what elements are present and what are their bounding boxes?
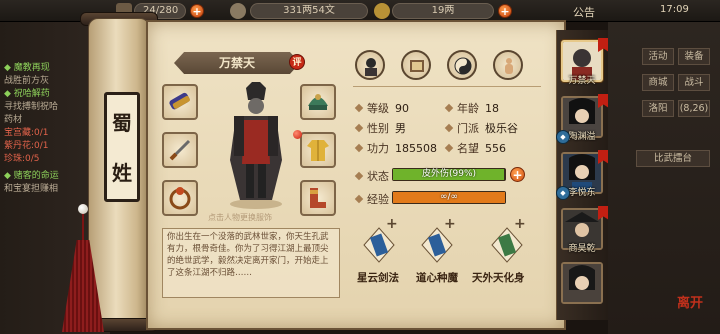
- skill-3-name: 天外天化身: [472, 272, 525, 284]
- right-menu-background: [608, 22, 720, 334]
- quest-title[interactable]: ◆ 赌客的命运: [4, 170, 59, 182]
- notice-button[interactable]: 公告: [573, 4, 595, 20]
- hero-figure[interactable]: [206, 80, 306, 210]
- character-icon: [365, 58, 377, 76]
- stat-faction: 门派 极乐谷: [444, 120, 518, 136]
- ring-icon: [169, 187, 191, 210]
- book-icon: [410, 60, 424, 72]
- skill-1-upgrade-icon[interactable]: +: [386, 216, 398, 232]
- quest-desc: 药材: [4, 115, 23, 125]
- ingot-counter: 19两: [392, 3, 494, 19]
- character-name: 万禁天: [174, 52, 300, 74]
- activity-button[interactable]: 活动: [642, 48, 674, 65]
- boots-icon: [310, 188, 326, 208]
- diamond-icon: [354, 123, 364, 133]
- skill-1-name: 星云剑法: [357, 272, 399, 284]
- shop-button[interactable]: 商城: [642, 74, 674, 91]
- diamond-icon: [354, 143, 364, 153]
- diamond-icon: [444, 103, 454, 113]
- character-bio: 你出生在一个没落的武林世家，你天生孔武有力，根骨奇佳。你为了习得江湖上最顶尖的绝…: [162, 228, 340, 298]
- arena-button[interactable]: 比武擂台: [636, 150, 710, 167]
- roster-name-1: 万禁天: [568, 76, 596, 86]
- stat-power: 功力 185508: [354, 140, 437, 156]
- sect-char-2: 姓: [112, 161, 132, 185]
- battle-button[interactable]: 战斗: [678, 74, 710, 91]
- ingot-icon: [374, 3, 390, 19]
- diamond-icon: [354, 194, 364, 204]
- heal-button[interactable]: +: [510, 167, 525, 182]
- sect-char-1: 蜀: [112, 111, 132, 135]
- divider: [353, 86, 541, 87]
- diamond-icon: [354, 103, 364, 113]
- meridian-button[interactable]: [493, 50, 523, 80]
- exp-label: 经验: [354, 191, 389, 207]
- stat-level: 等级 90: [354, 100, 409, 116]
- change-outfit-hint: 点击人物更换服饰: [208, 213, 272, 222]
- equip-slot-weapon[interactable]: [162, 132, 198, 168]
- quest-desc: 战胜前方灰: [4, 76, 50, 86]
- equip-slot-gloves[interactable]: [162, 84, 198, 120]
- equipment-button[interactable]: 装备: [678, 48, 710, 65]
- money-counter: 331两54文: [250, 3, 368, 19]
- roster-tag-icon: ◆: [556, 186, 570, 200]
- quest-title[interactable]: ◆ 魔教再现: [4, 62, 50, 74]
- skill-3-upgrade-icon[interactable]: +: [514, 216, 526, 232]
- add-ingot-button[interactable]: +: [498, 4, 512, 18]
- diamond-icon: [444, 143, 454, 153]
- roster-tag-icon: ◆: [556, 130, 570, 144]
- hero-figure-icon: [230, 82, 282, 209]
- quest-progress: 宝宫藏:0/1: [4, 128, 49, 138]
- character-portrait-button[interactable]: [355, 50, 385, 80]
- gloves-icon: [169, 92, 190, 110]
- location-coords: (8,26): [678, 100, 710, 117]
- roster-portrait-5[interactable]: [561, 262, 603, 304]
- yin-yang-icon: [454, 57, 472, 75]
- exp-bar: ∞/∞: [392, 191, 506, 204]
- quest-desc: 和宝宴担赚相: [4, 184, 59, 194]
- clock: 17:09: [660, 4, 689, 15]
- robe-icon: [307, 140, 329, 161]
- quest-title[interactable]: ◆ 祝哈解药: [4, 88, 50, 100]
- exp-text: ∞/∞: [439, 192, 459, 202]
- quest-progress: 珍珠:0/5: [4, 154, 40, 164]
- quest-desc: 寻找搏制祝哈: [4, 102, 59, 112]
- stat-fame: 名望 556: [444, 140, 506, 156]
- quest-progress: 紫丹花:0/1: [4, 141, 49, 151]
- leave-button[interactable]: 离开: [677, 292, 703, 311]
- body-figure-icon: [505, 58, 513, 74]
- sect-plaque: 蜀 姓: [104, 92, 140, 202]
- skill-2-upgrade-icon[interactable]: +: [444, 216, 456, 232]
- rating-badge[interactable]: 评: [289, 54, 305, 70]
- coin-icon: [230, 3, 246, 19]
- status-bar: 皮外伤(99%): [392, 168, 506, 181]
- helmet-icon: [308, 94, 328, 110]
- add-stamina-button[interactable]: +: [190, 4, 204, 18]
- roster-name-4: 商昊乾: [568, 244, 596, 254]
- sword-icon: [169, 139, 191, 161]
- skill-2-name: 道心种魔: [416, 272, 458, 284]
- equip-slot-accessory[interactable]: [162, 180, 198, 216]
- status-label: 状态: [354, 168, 389, 184]
- status-text: 皮外伤(99%): [421, 169, 477, 179]
- diamond-icon: [354, 171, 364, 181]
- stat-age: 年龄 18: [444, 100, 499, 116]
- skills-button[interactable]: [401, 50, 431, 80]
- tassel-bead: [78, 204, 88, 214]
- location-name: 洛阳: [642, 100, 674, 117]
- diamond-icon: [444, 123, 454, 133]
- portrait-icon: [563, 264, 601, 302]
- stat-gender: 性别男: [354, 120, 406, 136]
- yin-yang-button[interactable]: [447, 50, 477, 80]
